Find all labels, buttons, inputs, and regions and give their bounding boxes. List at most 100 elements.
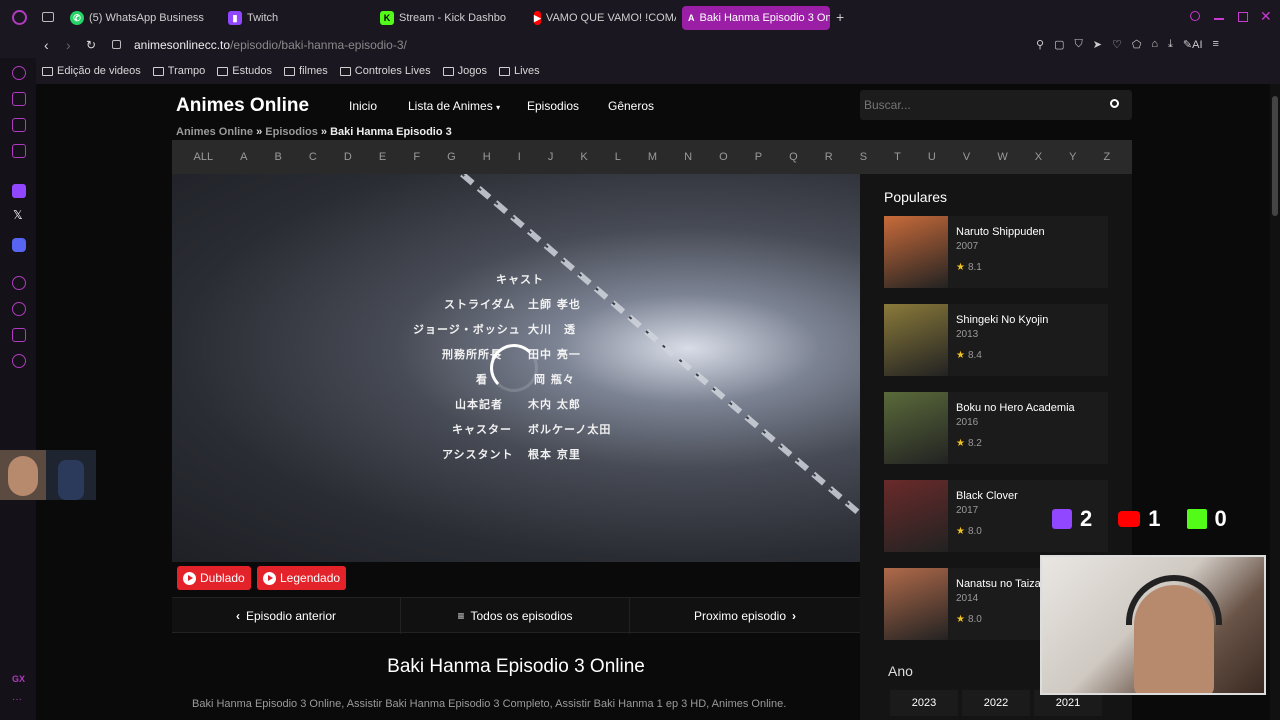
alphabet-letter-z[interactable]: Z [1104, 151, 1111, 163]
popular-item[interactable]: Shingeki No Kyojin 2013 ★ 8.4 [884, 304, 1108, 376]
alphabet-letter-all[interactable]: ALL [194, 151, 214, 163]
rail-twitch-icon[interactable] [12, 184, 26, 198]
alphabet-letter-l[interactable]: L [615, 151, 621, 163]
bookmark-folder[interactable]: filmes [284, 65, 328, 77]
new-tab-icon[interactable]: + [836, 9, 844, 25]
alphabet-letter-p[interactable]: P [755, 151, 762, 163]
anime-thumbnail[interactable] [884, 480, 948, 552]
browser-logo-icon[interactable] [12, 10, 27, 25]
next-episode-button[interactable]: Proximo episodio › [630, 598, 860, 634]
wallet-icon[interactable]: ⌂ [1151, 38, 1158, 51]
tab-active-baki[interactable]: A Baki Hanma Episodio 3 On [682, 6, 830, 30]
site-logo[interactable]: Animes Online [176, 95, 309, 117]
nav-episodios[interactable]: Episodios [527, 99, 579, 113]
anime-title[interactable]: Naruto Shippuden [956, 226, 1045, 238]
bookmark-folder[interactable]: Jogos [442, 65, 487, 77]
anime-title[interactable]: Boku no Hero Academia [956, 402, 1075, 414]
download-icon[interactable]: ⤓ [1168, 38, 1173, 51]
alphabet-letter-n[interactable]: N [684, 151, 692, 163]
alphabet-letter-g[interactable]: G [447, 151, 456, 163]
tab-twitch[interactable]: ▮ Twitch [222, 6, 372, 30]
url-field[interactable]: animesonlinecc.to/episodio/baki-hanma-ep… [134, 38, 407, 52]
alphabet-letter-c[interactable]: C [309, 151, 317, 163]
anime-thumbnail[interactable] [884, 568, 948, 640]
alphabet-letter-k[interactable]: K [580, 151, 587, 163]
tab-kick[interactable]: K Stream - Kick Dashbo [374, 6, 522, 30]
alphabet-letter-j[interactable]: J [548, 151, 554, 163]
anime-title[interactable]: Shingeki No Kyojin [956, 314, 1048, 326]
bookmark-folder[interactable]: Estudos [217, 65, 272, 77]
video-player[interactable]: キャスト ストライダム 土師 孝也 ジョージ・ボッシュ 大川 透 刑務所所長 田… [172, 174, 860, 562]
alphabet-letter-t[interactable]: T [894, 151, 901, 163]
nav-generos[interactable]: Gêneros [608, 99, 654, 113]
rail-more-icon[interactable]: ··· [12, 694, 22, 705]
rail-mail-icon[interactable] [12, 118, 26, 132]
year-chip[interactable]: 2022 [962, 690, 1030, 716]
popular-item[interactable]: Naruto Shippuden 2007 ★ 8.1 [884, 216, 1108, 288]
alphabet-letter-b[interactable]: B [275, 151, 282, 163]
tab-youtube[interactable]: ▶ VAMO QUE VAMO! !COMA [528, 6, 676, 30]
rail-messenger-icon[interactable] [12, 144, 26, 158]
breadcrumb-home[interactable]: Animes Online [176, 126, 253, 138]
ai-icon[interactable]: ✎AI [1183, 38, 1203, 51]
nav-inicio[interactable]: Inicio [349, 99, 377, 113]
alphabet-letter-s[interactable]: S [860, 151, 867, 163]
screenshot-icon[interactable]: ▢ [1054, 38, 1064, 51]
alphabet-letter-r[interactable]: R [825, 151, 833, 163]
rail-settings-icon[interactable] [12, 354, 26, 368]
rail-discord-icon[interactable] [12, 238, 26, 252]
close-icon[interactable]: ✕ [1260, 8, 1272, 25]
forward-icon[interactable]: › [66, 37, 71, 53]
alphabet-letter-d[interactable]: D [344, 151, 352, 163]
legendado-button[interactable]: Legendado [257, 566, 347, 590]
rail-refresh-icon[interactable] [12, 66, 26, 80]
anime-thumbnail[interactable] [884, 304, 948, 376]
alphabet-letter-y[interactable]: Y [1069, 151, 1076, 163]
back-icon[interactable]: ‹ [44, 37, 49, 53]
alphabet-letter-v[interactable]: V [963, 151, 970, 163]
alphabet-letter-m[interactable]: M [648, 151, 657, 163]
page-scrollbar[interactable] [1270, 84, 1280, 720]
rail-clock-icon[interactable] [12, 302, 26, 316]
bookmark-folder[interactable]: Controles Lives [339, 65, 431, 77]
bookmark-folder[interactable]: Lives [498, 65, 540, 77]
search-input[interactable] [864, 95, 1094, 115]
anime-thumbnail[interactable] [884, 216, 948, 288]
menu-icon[interactable]: ≡ [1213, 38, 1219, 51]
search-icon[interactable] [1110, 99, 1119, 108]
tab-overview-icon[interactable] [42, 12, 54, 22]
prev-episode-button[interactable]: ‹ Episodio anterior [172, 598, 401, 634]
rail-cube-icon[interactable] [12, 328, 26, 342]
anime-title[interactable]: Nanatsu no Taizai [956, 578, 1043, 590]
extensions-icon[interactable]: ⬠ [1132, 38, 1142, 51]
heart-icon[interactable]: ♡ [1112, 38, 1122, 51]
bookmark-folder[interactable]: Edição de videos [42, 65, 141, 77]
anime-title[interactable]: Black Clover [956, 490, 1018, 502]
scrollbar-thumb[interactable] [1272, 96, 1278, 216]
year-chip[interactable]: 2023 [890, 690, 958, 716]
popular-item[interactable]: Boku no Hero Academia 2016 ★ 8.2 [884, 392, 1108, 464]
anime-thumbnail[interactable] [884, 392, 948, 464]
dublado-button[interactable]: Dublado [177, 566, 251, 590]
alphabet-letter-a[interactable]: A [240, 151, 247, 163]
tab-whatsapp[interactable]: ✆ (5) WhatsApp Business [64, 6, 214, 30]
reload-icon[interactable]: ↻ [86, 38, 96, 52]
search-tabs-icon[interactable] [1190, 11, 1200, 21]
breadcrumb-section[interactable]: Episodios [265, 126, 318, 138]
alphabet-letter-i[interactable]: I [518, 151, 521, 163]
bookmark-folder[interactable]: Trampo [152, 65, 205, 77]
alphabet-letter-q[interactable]: Q [789, 151, 798, 163]
send-icon[interactable]: ➤ [1093, 38, 1102, 51]
rail-x-icon[interactable]: 𝕏 [13, 208, 23, 222]
rail-player-icon[interactable] [12, 276, 26, 290]
alphabet-letter-x[interactable]: X [1035, 151, 1042, 163]
rail-bag-icon[interactable] [12, 92, 26, 106]
alphabet-letter-o[interactable]: O [719, 151, 728, 163]
minimize-icon[interactable] [1214, 18, 1224, 20]
maximize-icon[interactable] [1238, 12, 1248, 22]
shield-icon[interactable]: ⛉ [1074, 38, 1082, 51]
alphabet-letter-h[interactable]: H [483, 151, 491, 163]
nav-lista-de-animes[interactable]: Lista de Animes ▾ [408, 99, 500, 113]
rail-gx-icon[interactable]: GX [12, 674, 25, 684]
alphabet-letter-w[interactable]: W [997, 151, 1007, 163]
